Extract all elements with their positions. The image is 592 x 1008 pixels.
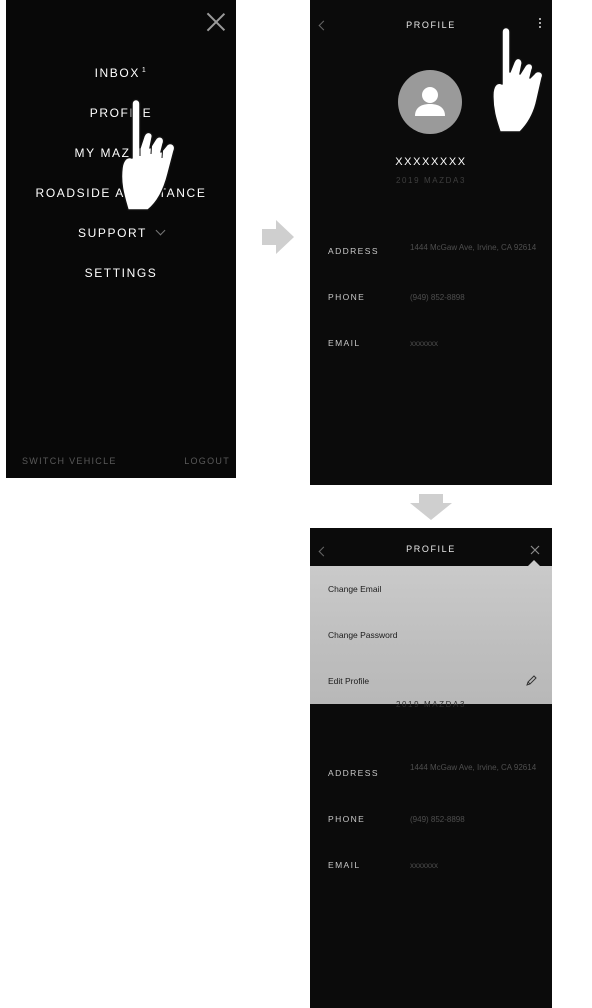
- address-value: 1444 McGaw Ave, Irvine, CA 92614: [410, 243, 537, 252]
- avatar: [398, 70, 462, 134]
- tapping-hand-icon: [492, 26, 544, 133]
- support-label: SUPPORT: [78, 226, 147, 240]
- address-value: 1444 McGaw Ave, Irvine, CA 92614: [410, 763, 537, 772]
- logout-link[interactable]: LOGOUT: [184, 456, 230, 466]
- close-icon[interactable]: [204, 10, 228, 34]
- settings-label: SETTINGS: [84, 266, 158, 280]
- address-label: ADDRESS: [328, 246, 379, 256]
- profile-vehicle: 2019 MAZDA3: [395, 176, 467, 185]
- phone-label: PHONE: [328, 814, 366, 824]
- email-label: EMAIL: [328, 860, 361, 870]
- email-value: xxxxxxx: [410, 861, 438, 870]
- tapping-hand-icon: [120, 98, 176, 211]
- inbox-label: INBOX: [94, 66, 140, 80]
- close-icon[interactable]: [530, 542, 540, 555]
- profile-options-screen: PROFILE Change Email Change Password Edi…: [310, 528, 552, 1008]
- profile-screen: PROFILE XXXXXXXX 2019 MAZDA3 ADDRESS 144…: [310, 0, 552, 485]
- address-label: ADDRESS: [328, 768, 379, 778]
- page-title: PROFILE: [406, 544, 456, 554]
- chevron-down-icon: [155, 225, 166, 236]
- email-label: EMAIL: [328, 338, 361, 348]
- profile-vehicle-partial: 2019 MAZDA3: [395, 700, 467, 709]
- edit-profile-option[interactable]: Edit Profile: [328, 676, 369, 686]
- phone-label: PHONE: [328, 292, 366, 302]
- arrow-right-icon: [262, 220, 294, 254]
- menu-item-support[interactable]: SUPPORT: [6, 225, 236, 240]
- menu-item-settings[interactable]: SETTINGS: [6, 266, 236, 280]
- change-password-option[interactable]: Change Password: [328, 630, 397, 640]
- options-dropdown: Change Email Change Password Edit Profil…: [310, 560, 552, 704]
- inbox-badge: 1: [141, 67, 148, 74]
- phone-value: (949) 852-8898: [410, 293, 465, 302]
- switch-vehicle-link[interactable]: SWITCH VEHICLE: [22, 456, 117, 466]
- profile-name: XXXXXXXX: [395, 156, 467, 168]
- change-email-option[interactable]: Change Email: [328, 584, 381, 594]
- arrow-down-icon: [410, 494, 452, 520]
- user-icon: [415, 87, 445, 116]
- phone-value: (949) 852-8898: [410, 815, 465, 824]
- pencil-icon[interactable]: [524, 674, 538, 688]
- main-menu-screen: INBOX 1 PROFILE MY MAZDA ROADSIDE ASSISTA…: [6, 0, 236, 478]
- email-value: xxxxxxx: [410, 339, 438, 348]
- menu-item-inbox[interactable]: INBOX 1: [6, 66, 236, 80]
